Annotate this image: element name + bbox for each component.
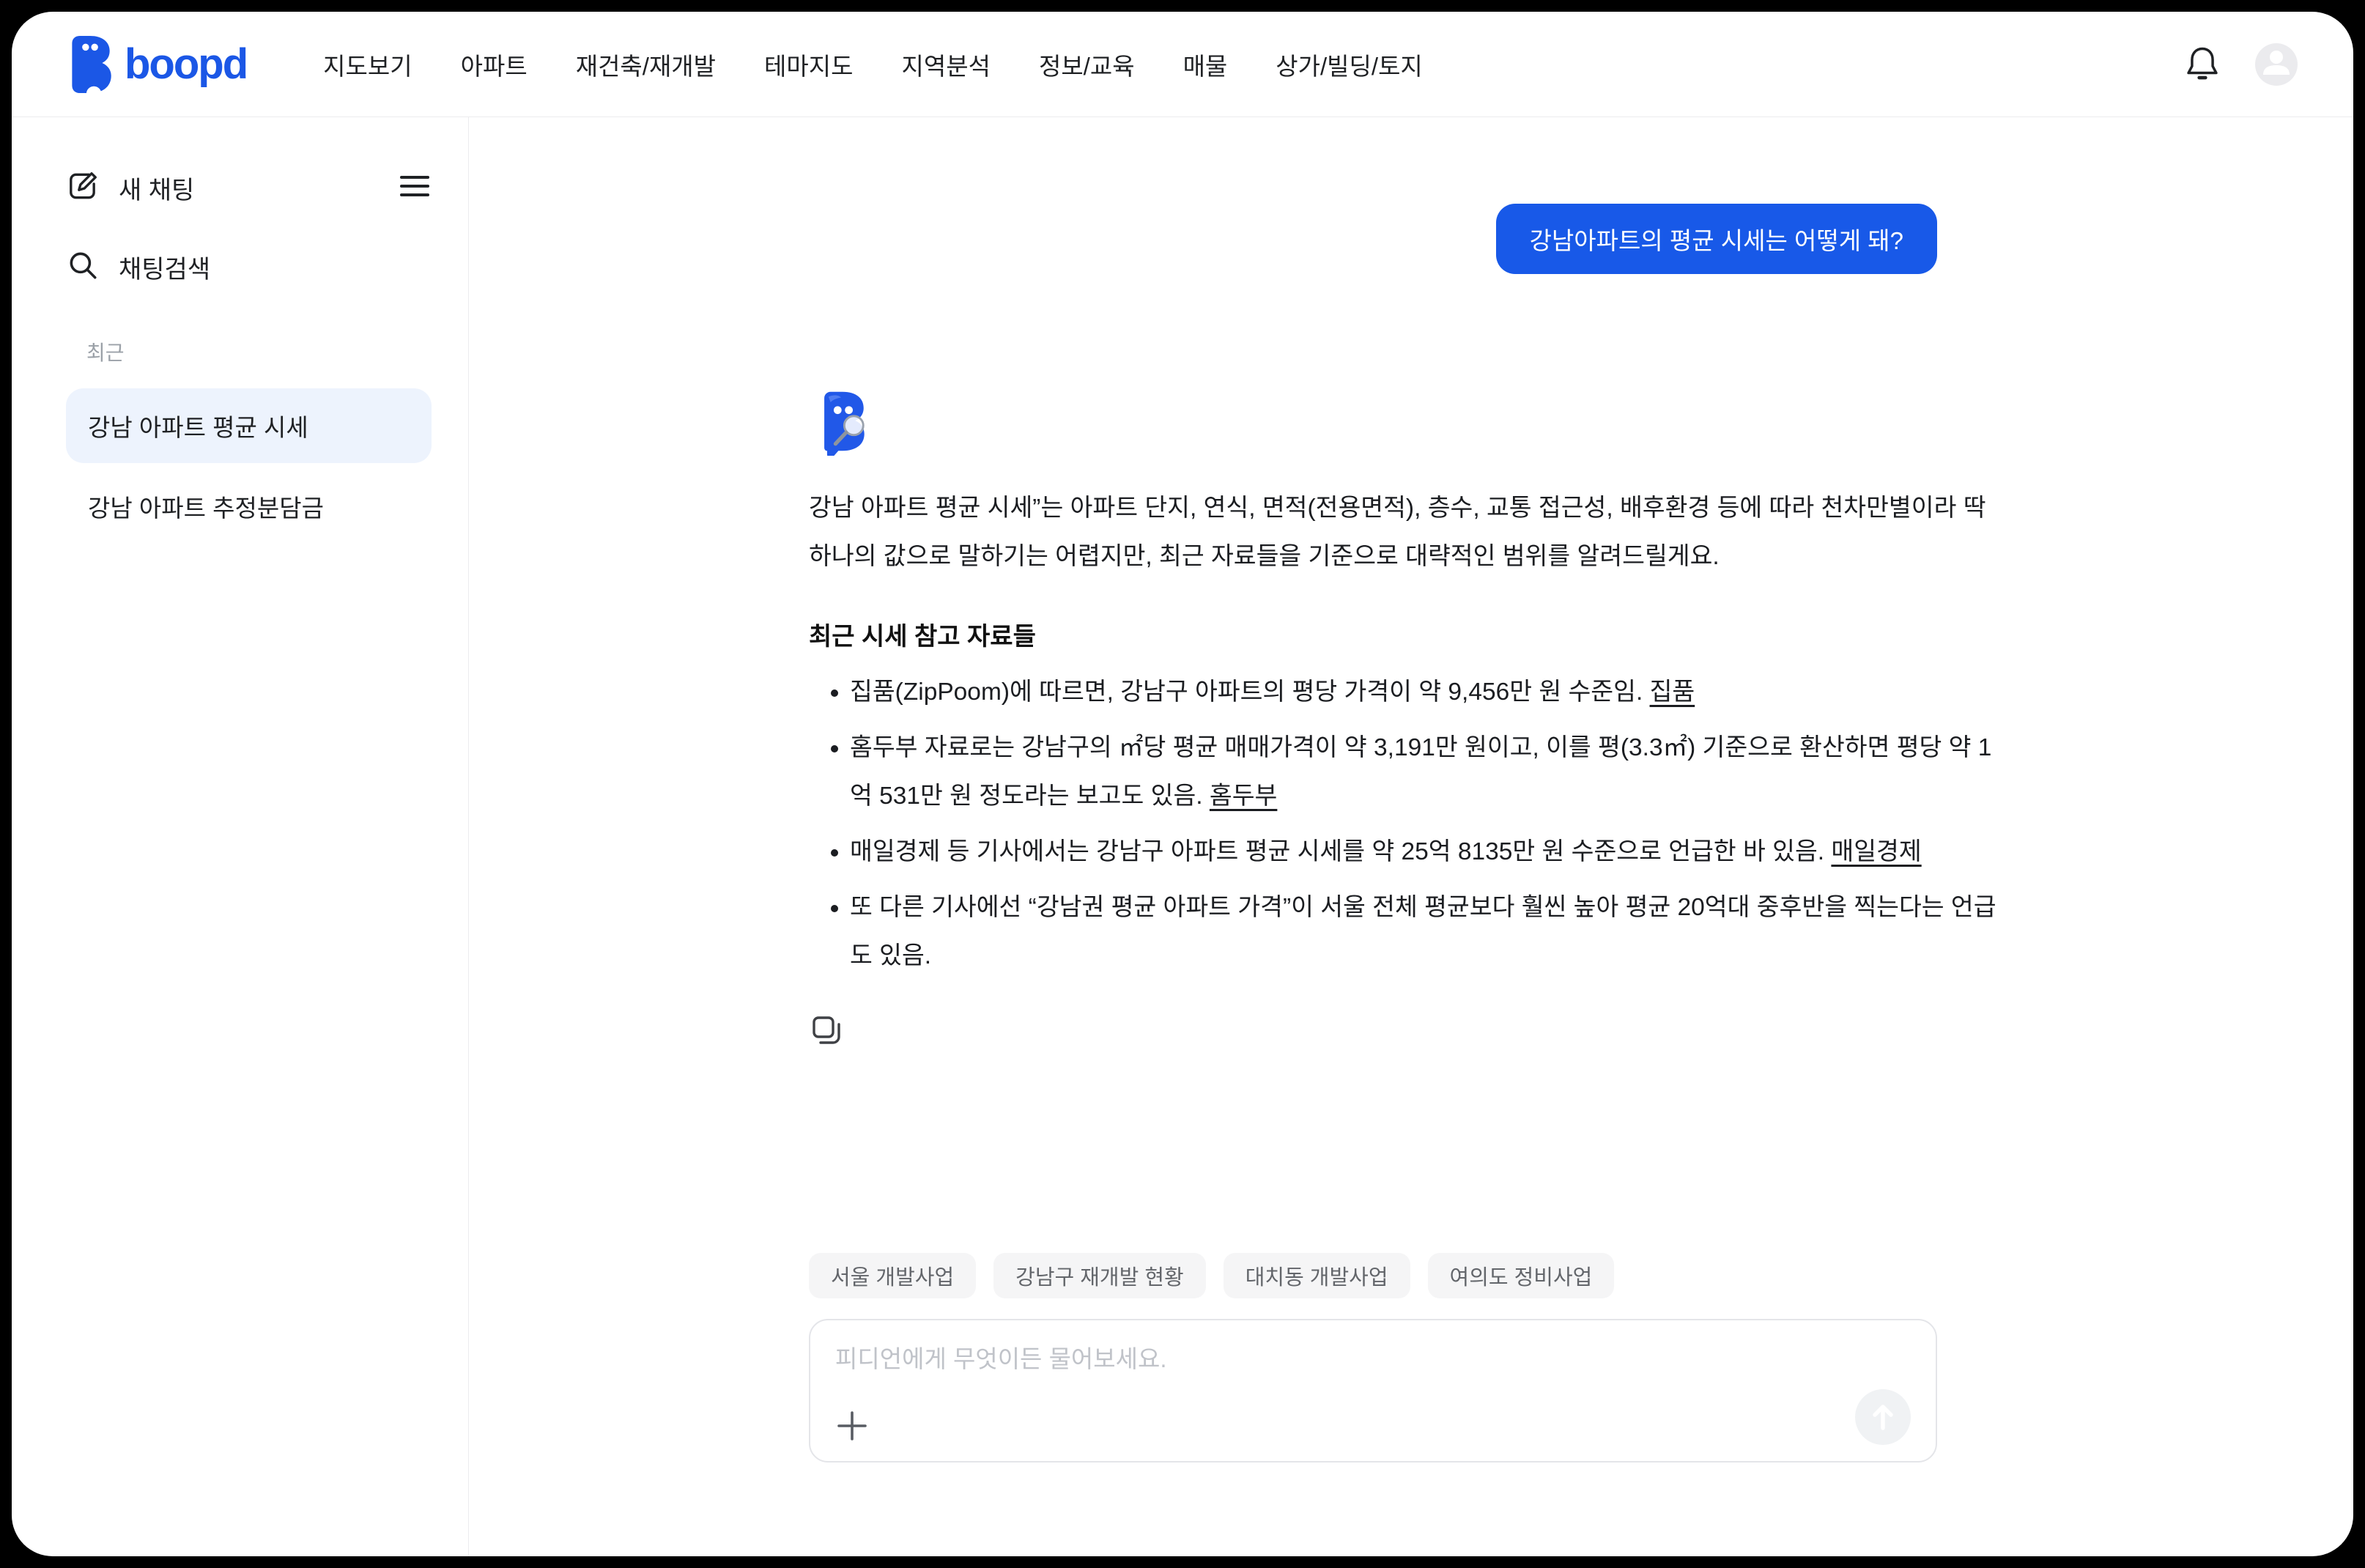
source-bullet: 집품(ZipPoom)에 따르면, 강남구 아파트의 평당 가격이 약 9,45… — [850, 668, 2007, 717]
bullet-text: 홈두부 자료로는 강남구의 ㎡당 평균 매매가격이 약 3,191만 원이고, … — [850, 734, 1991, 810]
sidebar-chat-item[interactable]: 강남 아파트 추정분담금 — [66, 469, 432, 544]
brand-logo[interactable]: boopd — [67, 36, 247, 93]
brand-logo-icon — [67, 36, 113, 93]
suggestion-chip[interactable]: 강남구 재개발 현황 — [993, 1253, 1206, 1298]
user-message-bubble: 강남아파트의 평균 시세는 어떻게 돼? — [1496, 204, 1937, 274]
source-bullet: 또 다른 기사에선 “강남권 평균 아파트 가격”이 서울 전체 평균보다 훨씬… — [850, 884, 2007, 980]
search-icon — [66, 248, 100, 286]
suggestion-chip[interactable]: 대치동 개발사업 — [1224, 1253, 1410, 1298]
source-bullet: 매일경제 등 기사에서는 강남구 아파트 평균 시세를 약 25억 8135만 … — [850, 828, 2007, 876]
sidebar-menu-button[interactable] — [398, 171, 432, 204]
suggestion-chip[interactable]: 서울 개발사업 — [809, 1253, 976, 1298]
send-button[interactable] — [1855, 1389, 1911, 1445]
sidebar-chat-item[interactable]: 강남 아파트 평균 시세 — [66, 388, 432, 463]
bell-icon — [2183, 44, 2221, 84]
nav-item[interactable]: 재건축/재개발 — [576, 47, 716, 82]
source-link[interactable]: 매일경제 — [1831, 838, 1921, 865]
conversation: 강남아파트의 평균 시세는 어떻게 돼? — [809, 204, 1937, 1253]
copy-response-button[interactable] — [809, 1013, 844, 1050]
brand-wordmark: boopd — [125, 40, 247, 89]
sources-list: 집품(ZipPoom)에 따르면, 강남구 아파트의 평당 가격이 약 9,45… — [809, 668, 2007, 980]
app-window: boopd 지도보기 아파트 재건축/재개발 테마지도 지역분석 정보/교육 매물 상가/빌딩… — [12, 12, 2353, 1556]
nav-item[interactable]: 상가/빌딩/토지 — [1276, 47, 1423, 82]
copy-icon — [809, 1013, 844, 1050]
profile-avatar[interactable] — [2255, 43, 2298, 86]
chat-search-label: 채팅검색 — [119, 249, 210, 285]
bullet-text: 매일경제 등 기사에서는 강남구 아파트 평균 시세를 약 25억 8135만 … — [850, 838, 1831, 865]
assistant-intro-text: 강남 아파트 평균 시세”는 아파트 단지, 연식, 면적(전용면적), 층수,… — [809, 484, 2007, 581]
assistant-message: 강남 아파트 평균 시세”는 아파트 단지, 연식, 면적(전용면적), 층수,… — [809, 388, 2007, 1050]
chat-search-button[interactable]: 채팅검색 — [66, 243, 432, 290]
chat-main: 강남아파트의 평균 시세는 어떻게 돼? — [469, 117, 2353, 1556]
chat-history-list: 강남 아파트 평균 시세강남 아파트 추정분담금 — [66, 388, 432, 544]
arrow-up-icon — [1867, 1400, 1899, 1435]
notifications-button[interactable] — [2183, 44, 2221, 84]
suggestion-chip[interactable]: 여의도 정비사업 — [1428, 1253, 1615, 1298]
main-nav: 지도보기 아파트 재건축/재개발 테마지도 지역분석 정보/교육 매물 상가/빌딩/토지 — [323, 47, 1423, 82]
nav-item[interactable]: 지역분석 — [902, 47, 991, 82]
nav-item[interactable]: 아파트 — [461, 47, 528, 82]
nav-item[interactable]: 지도보기 — [323, 47, 412, 82]
source-link[interactable]: 홈두부 — [1210, 783, 1277, 810]
plus-icon — [835, 1409, 869, 1445]
source-bullet: 홈두부 자료로는 강남구의 ㎡당 평균 매매가격이 약 3,191만 원이고, … — [850, 724, 2007, 821]
device-frame: boopd 지도보기 아파트 재건축/재개발 테마지도 지역분석 정보/교육 매물 상가/빌딩… — [0, 0, 2365, 1568]
sources-heading: 최근 시세 참고 자료들 — [809, 616, 2007, 652]
body-row: 새 채팅 — [12, 117, 2353, 1556]
message-composer — [809, 1319, 1937, 1462]
top-nav-bar: boopd 지도보기 아파트 재건축/재개발 테마지도 지역분석 정보/교육 매물 상가/빌딩… — [12, 12, 2353, 117]
compose-icon — [66, 169, 100, 207]
nav-item[interactable]: 매물 — [1183, 47, 1228, 82]
new-chat-label: 새 채팅 — [119, 170, 194, 206]
composer-area: 서울 개발사업 강남구 재개발 현황 대치동 개발사업 여의도 정비사업 — [809, 1253, 1937, 1556]
chat-sidebar: 새 채팅 — [12, 117, 469, 1556]
new-chat-button[interactable]: 새 채팅 — [66, 164, 432, 211]
person-icon — [2255, 43, 2298, 86]
suggestion-chips: 서울 개발사업 강남구 재개발 현황 대치동 개발사업 여의도 정비사업 — [809, 1253, 1937, 1298]
source-link[interactable]: 집품 — [1650, 678, 1695, 706]
composer-toolbar — [835, 1389, 1911, 1445]
nav-item[interactable]: 정보/교육 — [1039, 47, 1135, 82]
bullet-text: 또 다른 기사에선 “강남권 평균 아파트 가격”이 서울 전체 평균보다 훨씬… — [850, 894, 1996, 969]
message-input[interactable] — [835, 1339, 1911, 1389]
user-message-row: 강남아파트의 평균 시세는 어떻게 돼? — [809, 204, 1937, 274]
bullet-text: 집품(ZipPoom)에 따르면, 강남구 아파트의 평당 가격이 약 9,45… — [850, 678, 1650, 706]
recent-section-label: 최근 — [86, 337, 432, 366]
attach-button[interactable] — [835, 1409, 869, 1445]
nav-item[interactable]: 테마지도 — [764, 47, 853, 82]
header-right — [2183, 43, 2298, 86]
assistant-avatar-icon — [809, 446, 876, 459]
